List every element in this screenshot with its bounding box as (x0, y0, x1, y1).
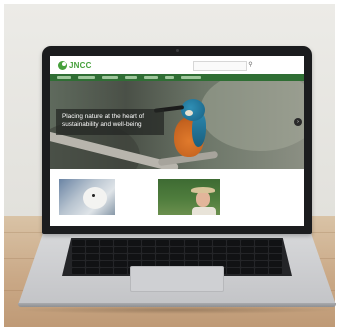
keyboard-key (268, 254, 282, 260)
nav-item[interactable] (144, 76, 158, 79)
keyboard-key (100, 254, 114, 260)
keyboard-key (254, 247, 268, 253)
laptop-shadow (14, 306, 338, 314)
keyboard-key (142, 240, 156, 246)
hero-background (200, 81, 304, 151)
content-section (50, 169, 304, 226)
keyboard-key (198, 247, 212, 253)
keyboard-key (198, 254, 212, 260)
kingfisher-head (181, 99, 205, 121)
nav-item[interactable] (181, 76, 201, 79)
keyboard-key (240, 261, 254, 267)
keyboard-key (170, 240, 184, 246)
keyboard-key (128, 254, 142, 260)
nav-item[interactable] (125, 76, 137, 79)
person-face (196, 191, 210, 207)
keyboard-key (86, 240, 100, 246)
keyboard-key (114, 240, 128, 246)
keyboard-key (114, 254, 128, 260)
keyboard-key (268, 268, 282, 274)
keyboard-key (254, 261, 268, 267)
keyboard-key (254, 268, 268, 274)
nav-item[interactable] (165, 76, 174, 79)
keyboard-key (100, 240, 114, 246)
keyboard-key (268, 247, 282, 253)
keyboard-key (226, 261, 240, 267)
main-nav (50, 74, 304, 81)
keyboard-key (184, 254, 198, 260)
keyboard-key (86, 261, 100, 267)
keyboard-key (114, 268, 128, 274)
keyboard-key (100, 268, 114, 274)
camera-icon (176, 49, 179, 52)
trackpad (130, 266, 224, 292)
laptop-base-edge (18, 303, 336, 307)
seal-eye (92, 194, 95, 197)
keyboard-key (114, 261, 128, 267)
keyboard-key (198, 240, 212, 246)
keyboard-key (72, 247, 86, 253)
keyboard-key (72, 254, 86, 260)
keyboard-key (268, 261, 282, 267)
keyboard-key (184, 240, 198, 246)
site-logo[interactable]: JNCC (58, 60, 92, 71)
keyboard-key (72, 240, 86, 246)
keyboard-key (114, 247, 128, 253)
keyboard-key (142, 254, 156, 260)
search-input[interactable] (193, 61, 247, 71)
person-shirt (192, 207, 216, 215)
kingfisher-cheek (185, 110, 193, 116)
keyboard-key (156, 254, 170, 260)
nav-item[interactable] (102, 76, 118, 79)
keyboard-key (170, 247, 184, 253)
site-header: JNCC ⚲ (50, 56, 304, 74)
card-seal-image[interactable] (59, 179, 115, 215)
hero-banner: Placing nature at the heart of sustainab… (50, 81, 304, 169)
keyboard-key (86, 254, 100, 260)
keyboard-key (170, 254, 184, 260)
keyboard-key (72, 268, 86, 274)
keyboard-key (72, 261, 86, 267)
keyboard-key (86, 268, 100, 274)
keyboard-key (254, 240, 268, 246)
seal (83, 187, 107, 209)
keyboard-key (86, 247, 100, 253)
keyboard-key (212, 247, 226, 253)
keyboard-key (240, 247, 254, 253)
search-icon[interactable]: ⚲ (246, 61, 255, 70)
keyboard-key (240, 254, 254, 260)
keyboard-key (156, 240, 170, 246)
keyboard-key (142, 247, 156, 253)
person-hat (191, 187, 215, 193)
keyboard-key (156, 247, 170, 253)
chevron-right-icon[interactable]: › (294, 118, 302, 126)
laptop-screen: JNCC ⚲ Placing nature at the heart of su… (50, 56, 304, 226)
keyboard-key (240, 268, 254, 274)
keyboard-key (100, 261, 114, 267)
keyboard-key (254, 254, 268, 260)
keyboard-key (226, 247, 240, 253)
keyboard-key (184, 247, 198, 253)
keyboard-key (128, 247, 142, 253)
keyboard-key (226, 240, 240, 246)
keyboard-key (212, 240, 226, 246)
keyboard-key (226, 254, 240, 260)
keyboard-key (128, 240, 142, 246)
nav-item[interactable] (78, 76, 95, 79)
card-person-image[interactable] (158, 179, 220, 215)
keyboard-key (268, 240, 282, 246)
keyboard-key (212, 254, 226, 260)
nav-item[interactable] (57, 76, 71, 79)
keyboard-key (226, 268, 240, 274)
hero-caption: Placing nature at the heart of sustainab… (56, 109, 164, 135)
logo-mark-icon (58, 61, 67, 70)
keyboard-key (240, 240, 254, 246)
keyboard-key (100, 247, 114, 253)
logo-text: JNCC (69, 61, 92, 70)
